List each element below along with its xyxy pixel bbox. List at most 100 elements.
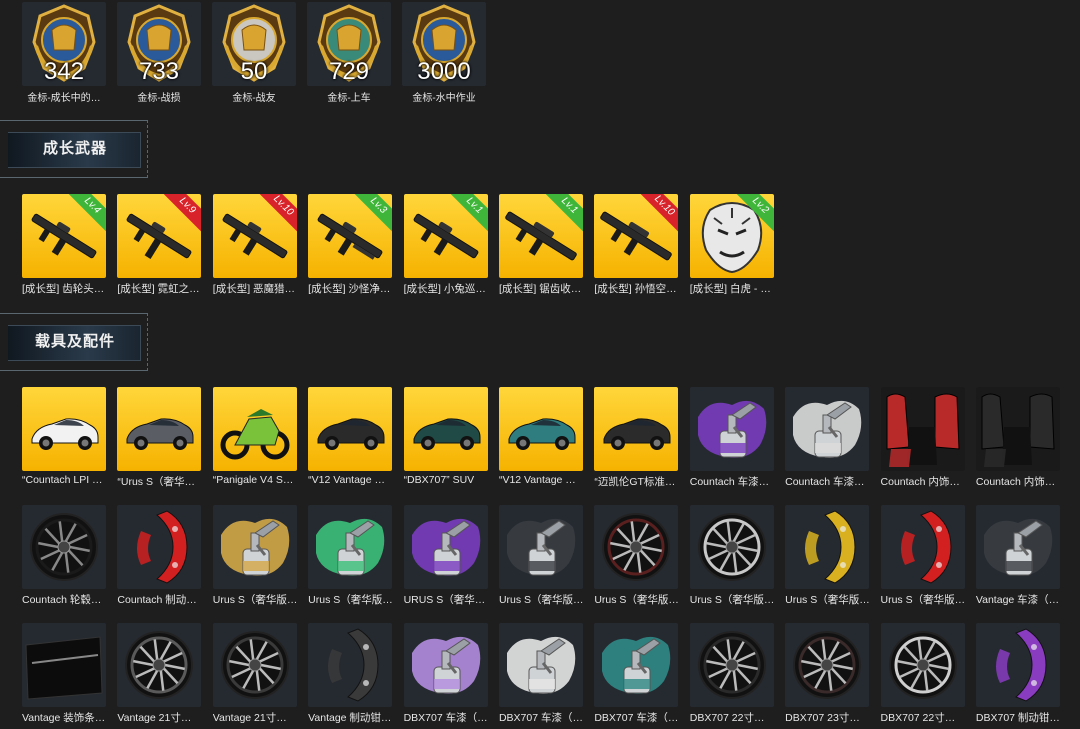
item-tile: Lv.10 [212,194,297,278]
badge-item[interactable]: 729 金标-上车 [307,2,402,104]
trim-strip-icon [25,636,103,700]
weapon-item[interactable]: Lv.4 [成长型] 齿轮头… [22,194,117,296]
item-label: Urus S（奢华版… [212,594,298,606]
vehicles-row-1: “Countach LPI … “Urus S（奢华… “Panigale V4 S… [22,387,1071,489]
brake-caliper-icon [328,628,379,702]
vehicle-item[interactable]: “V12 Vantage … [498,387,594,489]
vehicles-row-3: Vantage 装饰条… Vantage 21寸… Vantage 21寸… Vant… [22,623,1071,725]
vehicle-item[interactable]: Urus S（奢华版… [880,505,976,607]
vehicle-item[interactable]: Vantage 车漆（… [975,505,1071,607]
vehicle-item[interactable]: DBX707 22寸… [689,623,785,725]
vehicle-item[interactable]: DBX707 车漆（… [403,623,499,725]
badge-item[interactable]: 342 金标-成长中的… [22,2,117,104]
vehicle-item[interactable]: DBX707 车漆（… [498,623,594,725]
item-label: “Countach LPI … [22,474,103,486]
badge-label: 金标-上车 [327,93,371,104]
item-tile: Lv.4 [22,194,106,278]
item-label: URUS S（奢华… [403,594,486,606]
badge-row: 342 金标-成长中的… 733 金标-战损 50 金标-战友 729 金标-上车 3000 金标… [22,2,497,104]
weapon-item[interactable]: Lv.10 [成长型] 孙悟空… [594,194,689,296]
vehicle-item[interactable]: Vantage 装饰条… [22,623,117,725]
item-tile [975,387,1060,471]
vehicle-item[interactable]: Vantage 21寸… [117,623,212,725]
vehicle-item[interactable]: “Countach LPI … [22,387,117,489]
item-tile [308,505,393,589]
vehicle-item[interactable]: Countach 车漆… [785,387,880,489]
badge-tile: 50 [212,2,296,86]
vehicle-item[interactable]: Countach 轮毂… [22,505,117,607]
item-tile [975,505,1060,589]
item-tile [880,505,965,589]
item-tile [785,387,870,471]
item-tile [22,505,106,589]
badge-label: 金标-水中作业 [412,93,476,104]
vehicle-item[interactable]: Countach 内饰… [975,387,1071,489]
badge-item[interactable]: 733 金标-战损 [117,2,212,104]
vehicle-item[interactable]: “V12 Vantage … [308,387,403,489]
weapon-item[interactable]: Lv.1 [成长型] 小兔巡… [403,194,499,296]
item-tile [117,505,202,589]
item-label: Vantage 21寸… [117,712,192,724]
item-tile [117,623,202,707]
badge-item[interactable]: 50 金标-战友 [212,2,307,104]
weapon-item[interactable]: Lv.2 [成长型] 白虎 - … [689,194,785,296]
badge-tile: 342 [22,2,106,86]
vehicle-item[interactable]: Vantage 制动钳… [308,623,403,725]
wheel-icon [220,631,289,699]
vehicle-item[interactable]: DBX707 制动钳… [975,623,1071,725]
badge-item[interactable]: 3000 金标-水中作业 [402,2,497,104]
weapon-item[interactable]: Lv.3 [成长型] 沙怪净… [308,194,403,296]
item-tile [308,387,393,471]
item-label: Urus S（奢华版… [689,594,775,606]
vehicle-item[interactable]: Urus S（奢华版… [308,505,403,607]
car-seat-icon [975,387,1060,471]
vehicle-item[interactable]: DBX707 23寸… [785,623,880,725]
badge-count: 729 [328,58,370,85]
item-tile: Lv.1 [498,194,583,278]
vehicle-item[interactable]: DBX707 22寸… [880,623,976,725]
item-tile [498,505,583,589]
vehicle-item[interactable]: Countach 制动… [117,505,212,607]
item-tile [594,387,679,471]
vehicle-item[interactable]: “Urus S（奢华… [117,387,212,489]
badge-count: 3000 [417,58,471,85]
vehicle-item[interactable]: Urus S（奢华版… [212,505,308,607]
vehicle-item[interactable]: DBX707 车漆（… [594,623,689,725]
wheel-icon [125,631,194,699]
vehicle-item[interactable]: Urus S（奢华版… [785,505,880,607]
paint-spray-icon [316,518,385,576]
item-label: DBX707 车漆（… [403,712,488,724]
car-seat-icon [880,387,965,471]
vehicle-item[interactable]: “迈凯伦GT标准… [594,387,689,489]
vehicle-item[interactable]: “Panigale V4 S… [212,387,308,489]
weapon-item[interactable]: Lv.1 [成长型] 锯齿收… [498,194,594,296]
wheel-icon [888,631,957,699]
vehicle-item[interactable]: Urus S（奢华版… [689,505,785,607]
item-label: “Panigale V4 S… [212,474,294,486]
wheel-icon [602,513,671,581]
weapon-item[interactable]: Lv.9 [成长型] 霓虹之… [117,194,212,296]
weapon-item[interactable]: Lv.10 [成长型] 恶魔猎… [212,194,308,296]
wheel-icon [793,631,862,699]
item-label: “迈凯伦GT标准… [594,476,676,488]
wheel-icon [697,631,766,699]
vehicle-item[interactable]: Countach 车漆… [689,387,785,489]
item-tile: Lv.3 [308,194,393,278]
item-label: Urus S（奢华版… [785,594,870,606]
item-label: Countach 内饰… [880,476,960,488]
paint-spray-icon [411,518,480,576]
vehicle-item[interactable]: Urus S（奢华版… [594,505,689,607]
item-tile [403,623,488,707]
badge-tile: 733 [117,2,201,86]
badge-label: 金标-战友 [232,93,276,104]
item-label: Countach 内饰… [975,476,1056,488]
item-label: “Urus S（奢华… [117,476,195,488]
vehicle-item[interactable]: Countach 内饰… [880,387,976,489]
vehicle-item[interactable]: URUS S（奢华… [403,505,499,607]
vehicle-item[interactable]: Urus S（奢华版… [498,505,594,607]
paint-spray-icon [697,400,766,458]
vehicle-item[interactable]: Vantage 21寸… [212,623,308,725]
vehicle-item[interactable]: “DBX707” SUV [403,387,499,489]
item-label: Urus S（奢华版… [594,594,679,606]
badge-tile: 3000 [402,2,486,86]
